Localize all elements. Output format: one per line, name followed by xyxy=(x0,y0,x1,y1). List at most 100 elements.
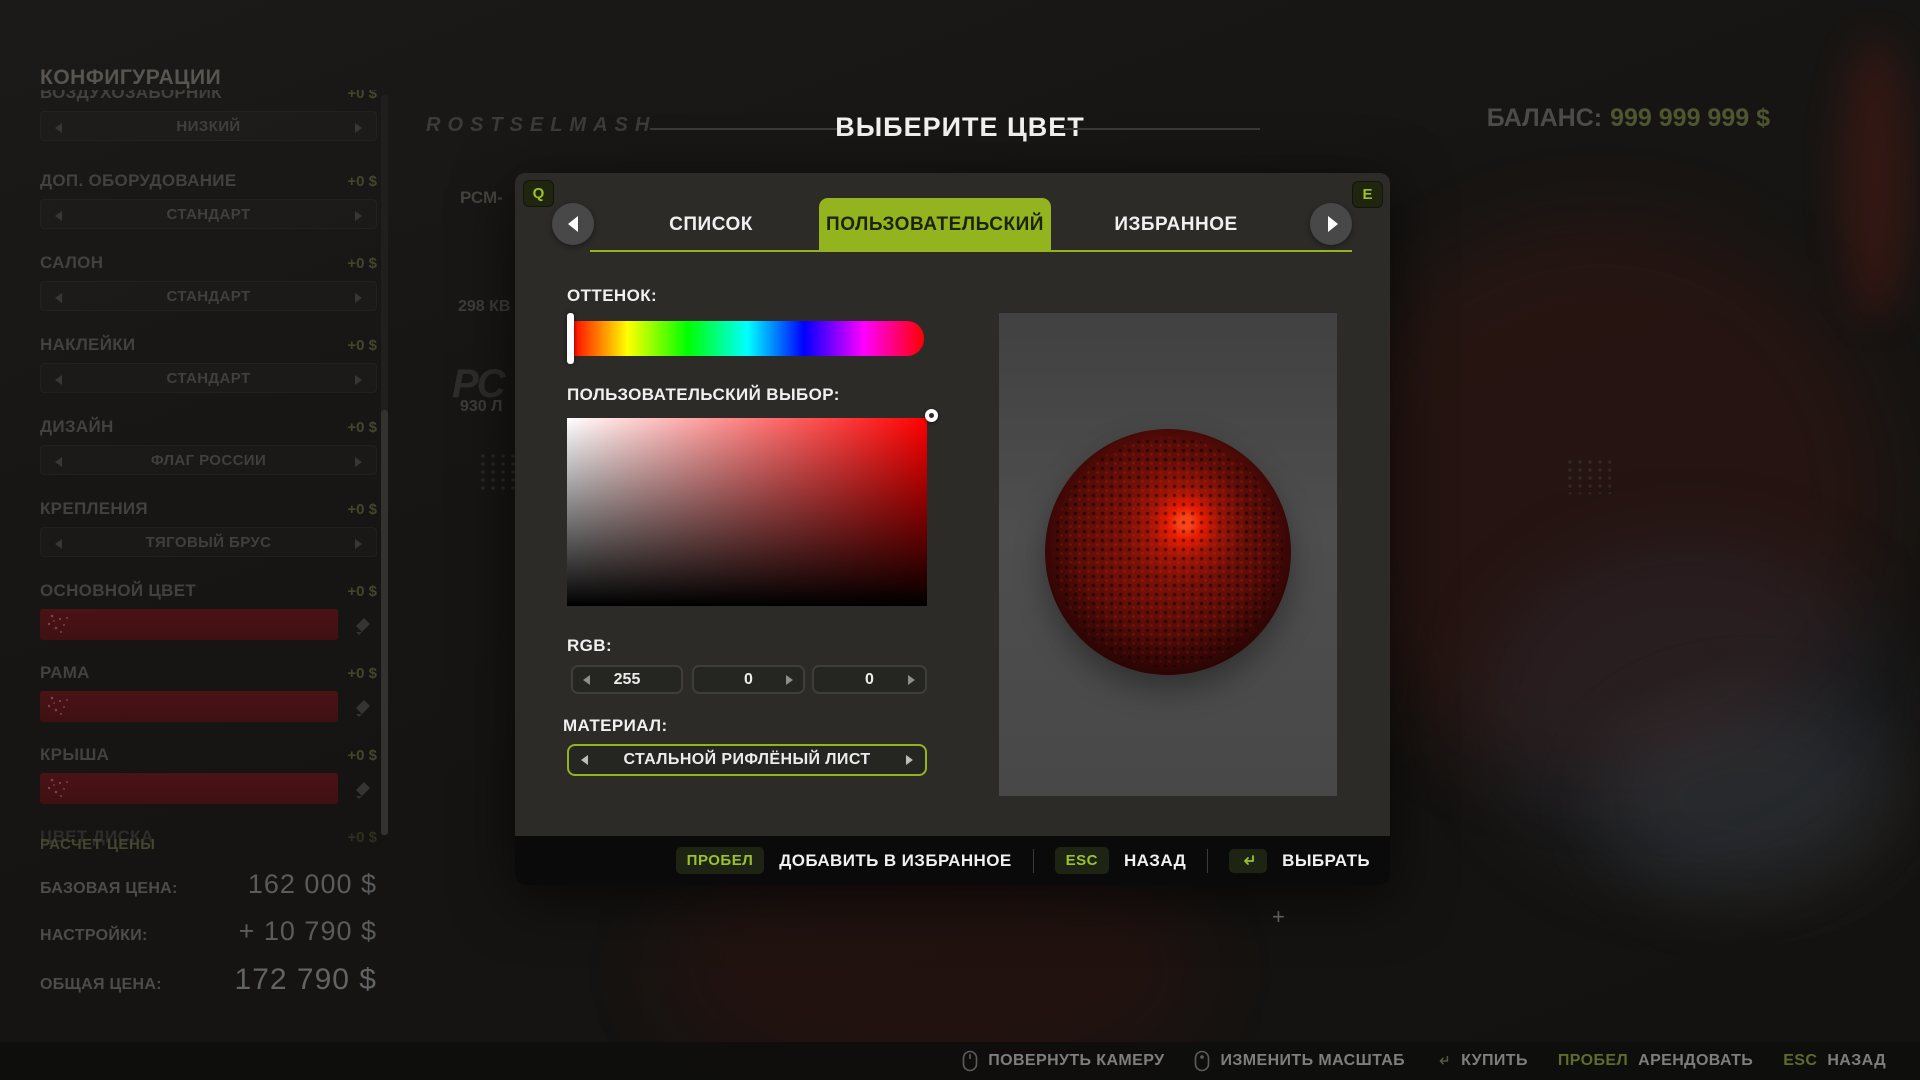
config-group-label: ВОЗДУХОЗАБОРНИК xyxy=(40,90,222,103)
background-graffiti-blue xyxy=(1480,540,1900,880)
background-spec-volume: 930 Л xyxy=(460,398,502,416)
paint-icon[interactable] xyxy=(351,777,375,801)
background-red-strip xyxy=(1840,40,1910,320)
config-group-price: +0 $ xyxy=(347,583,377,600)
rotate-camera-hint: ПОВЕРНУТЬ КАМЕРУ xyxy=(962,1050,1164,1072)
price-summary-panel: РАСЧЕТ ЦЕНЫ БАЗОВАЯ ЦЕНА: 162 000 $ НАСТ… xyxy=(40,836,377,997)
rent-action[interactable]: ПРОБЕЛ АРЕНДОВАТЬ xyxy=(1558,1052,1753,1070)
config-group-roof: КРЫША +0 $ xyxy=(40,744,377,804)
rgb-label: RGB: xyxy=(567,636,612,656)
color-preview-sphere xyxy=(1045,429,1291,675)
enter-key-icon xyxy=(1239,853,1257,869)
back-button[interactable]: НАЗАД xyxy=(1124,851,1186,871)
rgb-green-stepper[interactable]: 0 xyxy=(692,665,805,694)
rent-label[interactable]: АРЕНДОВАТЬ xyxy=(1638,1052,1753,1070)
next-option-icon[interactable] xyxy=(355,293,362,303)
metallic-flakes-icon xyxy=(40,773,80,801)
tab-custom[interactable]: ПОЛЬЗОВАТЕЛЬСКИЙ xyxy=(819,198,1051,252)
options-price-value: + 10 790 $ xyxy=(239,916,377,947)
config-group-price: +0 $ xyxy=(347,501,377,518)
background-graffiti-white xyxy=(1600,700,1900,900)
back-action[interactable]: ESC НАЗАД xyxy=(1783,1052,1886,1070)
next-option-icon[interactable] xyxy=(355,539,362,549)
total-price-row: ОБЩАЯ ЦЕНА: 172 790 $ xyxy=(40,963,377,997)
material-value: СТАЛЬНОЙ РИФЛЁНЫЙ ЛИСТ xyxy=(569,746,925,774)
next-material-icon[interactable] xyxy=(906,755,913,765)
esc-key-hint: ESC xyxy=(1783,1052,1817,1070)
color-picker-dialog: Q E СПИСОК ПОЛЬЗОВАТЕЛЬСКИЙ ИЗБРАННОЕ ОТ… xyxy=(515,173,1390,885)
config-group-cabin: САЛОН +0 $ СТАНДАРТ xyxy=(40,252,377,311)
saturation-value-picker[interactable] xyxy=(567,418,927,606)
color-swatch[interactable] xyxy=(40,691,338,722)
config-group-frame: РАМА +0 $ xyxy=(40,662,377,722)
background-dot-grid-right xyxy=(1565,458,1611,494)
garage-configurator-screen: РСМ- 298 КВ РС 930 Л + КОНФИГУРАЦИИ БАЛА… xyxy=(0,0,1920,1080)
next-option-icon[interactable] xyxy=(355,123,362,133)
hue-slider[interactable] xyxy=(571,321,924,356)
config-group-price: +0 $ xyxy=(347,747,377,764)
tab-underline xyxy=(590,250,1352,252)
color-swatch[interactable] xyxy=(40,773,338,804)
buy-label[interactable]: КУПИТЬ xyxy=(1461,1052,1528,1070)
next-tab-button[interactable] xyxy=(1310,203,1352,245)
config-option-selector[interactable]: ФЛАГ РОССИИ xyxy=(40,445,377,475)
rotate-camera-label: ПОВЕРНУТЬ КАМЕРУ xyxy=(988,1052,1164,1070)
increment-icon[interactable] xyxy=(786,675,793,685)
enter-key-badge xyxy=(1229,849,1267,873)
config-option-selector[interactable]: ТЯГОВЫЙ БРУС xyxy=(40,527,377,557)
saturation-value-cursor[interactable] xyxy=(925,409,938,422)
sidebar-scrollbar[interactable] xyxy=(381,95,388,835)
rgb-red-value: 255 xyxy=(573,667,681,692)
paint-icon[interactable] xyxy=(351,613,375,637)
prev-tab-button[interactable] xyxy=(552,203,594,245)
buy-action[interactable]: КУПИТЬ xyxy=(1435,1052,1528,1070)
config-group-price: +0 $ xyxy=(347,337,377,354)
material-selector[interactable]: СТАЛЬНОЙ РИФЛЁНЫЙ ЛИСТ xyxy=(567,744,927,776)
background-crosshair: + xyxy=(1272,904,1285,930)
next-option-icon[interactable] xyxy=(355,375,362,385)
configuration-sidebar: ВОЗДУХОЗАБОРНИК +0 $ НИЗКИЙ ДОП. ОБОРУДО… xyxy=(40,88,377,1080)
footer-divider xyxy=(1033,849,1034,873)
config-option-selector[interactable]: СТАНДАРТ xyxy=(40,199,377,229)
metallic-flakes-icon xyxy=(40,609,80,637)
config-option-selector[interactable]: НИЗКИЙ xyxy=(40,111,377,141)
tab-favorites[interactable]: ИЗБРАННОЕ xyxy=(1100,198,1252,252)
base-price-label: БАЗОВАЯ ЦЕНА: xyxy=(40,880,178,898)
next-option-icon[interactable] xyxy=(355,457,362,467)
hotkey-q-badge: Q xyxy=(523,180,554,207)
increment-icon[interactable] xyxy=(908,675,915,685)
sphere-shading xyxy=(1045,429,1291,675)
config-option-selector[interactable]: СТАНДАРТ xyxy=(40,363,377,393)
custom-picker-label: ПОЛЬЗОВАТЕЛЬСКИЙ ВЫБОР: xyxy=(567,385,840,405)
arrow-left-icon xyxy=(568,216,578,232)
total-price-label: ОБЩАЯ ЦЕНА: xyxy=(40,976,162,994)
tab-list[interactable]: СПИСОК xyxy=(635,198,787,252)
config-group-price: +0 $ xyxy=(347,173,377,190)
config-option-value: СТАНДАРТ xyxy=(41,282,376,312)
config-option-value: СТАНДАРТ xyxy=(41,200,376,230)
config-group-label: ОСНОВНОЙ ЦВЕТ xyxy=(40,581,196,601)
config-option-selector[interactable]: СТАНДАРТ xyxy=(40,281,377,311)
footer-divider xyxy=(1207,849,1208,873)
hue-slider-cursor[interactable] xyxy=(567,313,574,364)
background-model-text: РСМ- xyxy=(460,188,503,208)
options-price-label: НАСТРОЙКИ: xyxy=(40,927,148,945)
rgb-blue-stepper[interactable]: 0 xyxy=(812,665,927,694)
config-option-value: ФЛАГ РОССИИ xyxy=(41,446,376,476)
color-swatch[interactable] xyxy=(40,609,338,640)
config-group-label: КРЫША xyxy=(40,745,109,765)
background-spec-power: 298 КВ xyxy=(458,298,510,316)
select-button[interactable]: ВЫБРАТЬ xyxy=(1282,851,1370,871)
sidebar-scrollbar-thumb[interactable] xyxy=(381,410,388,835)
esc-key-badge: ESC xyxy=(1055,847,1109,874)
price-summary-title: РАСЧЕТ ЦЕНЫ xyxy=(40,836,377,853)
next-option-icon[interactable] xyxy=(355,211,362,221)
paint-icon[interactable] xyxy=(351,695,375,719)
add-to-favorites-button[interactable]: ДОБАВИТЬ В ИЗБРАННОЕ xyxy=(779,851,1011,871)
back-label[interactable]: НАЗАД xyxy=(1827,1052,1886,1070)
rgb-red-stepper[interactable]: 255 xyxy=(571,665,683,694)
total-price-value: 172 790 $ xyxy=(235,963,377,997)
page-title: КОНФИГУРАЦИИ xyxy=(40,66,221,90)
metallic-flakes-icon xyxy=(40,691,80,719)
config-option-value: ТЯГОВЫЙ БРУС xyxy=(41,528,376,558)
